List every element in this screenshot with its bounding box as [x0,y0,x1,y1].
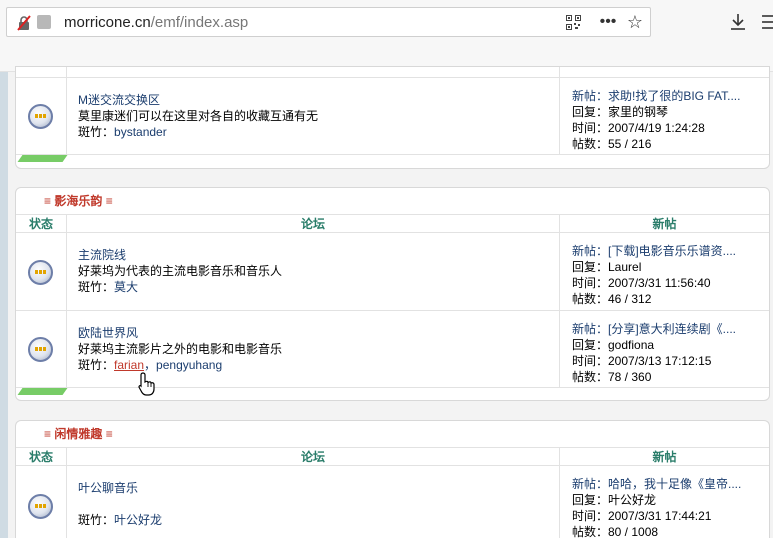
forum-row: 欧陆世界风 好莱坞主流影片之外的电影和电影音乐 斑竹：farian，pengyu… [16,311,769,388]
latest-time: 时间：2007/3/31 11:56:40 [572,276,711,290]
category-title[interactable]: 闲情雅趣 [54,427,102,441]
post-count: 帖数：80 / 1008 [572,525,659,538]
qr-code-icon[interactable] [566,15,581,30]
forum-status-icon [28,104,53,129]
star-icon[interactable]: ☆ [626,13,644,31]
address-bar[interactable]: morricone.cn/emf/index.asp ••• ☆ [6,7,651,37]
latest-time: 时间：2007/4/19 1:24:28 [572,121,705,135]
url-path: /emf/index.asp [150,14,249,31]
category-title[interactable]: 影海乐韵 [54,194,102,208]
left-strip [0,72,8,538]
forum-status-icon [28,494,53,519]
page-icon [37,15,51,29]
block-top-remnant [16,67,769,78]
forum-row: M迷交流交换区 莫里康迷们可以在这里对各自的收藏互通有无 斑竹：bystande… [16,78,769,155]
latest-reply: 回复：叶公好龙 [572,493,657,507]
column-headers: 状态 论坛 新帖 [16,447,769,466]
forum-row: 叶公聊音乐 斑竹：叶公好龙 新帖：哈哈，我十足像《皇帝.... 回复：叶公好龙 … [16,466,769,538]
moderator-link[interactable]: bystander [114,125,167,139]
category-header: ≡ 闲情雅趣 ≡ [44,427,113,441]
moderator-link[interactable]: ，pengyuhang [144,358,222,372]
latest-time: 时间：2007/3/31 17:44:21 [572,509,712,523]
more-icon[interactable]: ••• [599,13,617,31]
moderator-link-hovered[interactable]: farian [114,358,144,372]
header-latest: 新帖 [652,217,677,231]
column-headers: 状态 论坛 新帖 [16,214,769,233]
forum-status-icon [28,259,53,285]
forum-moderators: 斑竹：bystander [78,125,167,139]
forum-block-3: ≡ 闲情雅趣 ≡ 状态 论坛 新帖 叶公聊音乐 斑竹：叶公好龙 新帖：哈哈，我十… [15,420,770,538]
forum-block-2: ≡ 影海乐韵 ≡ 状态 论坛 新帖 主流院线 好莱坞为代表的主流电影音乐和音乐人… [15,187,770,401]
forum-link[interactable]: 主流院线 [78,248,126,262]
url-domain: morricone.cn [64,14,151,31]
forum-description: 莫里康迷们可以在这里对各自的收藏互通有无 [78,109,319,123]
block-footer-tab [16,388,769,398]
menu-icon[interactable] [762,14,773,30]
latest-post-link[interactable]: 新帖：哈哈，我十足像《皇帝.... [572,476,769,492]
forum-description [78,496,559,512]
lock-blocked-icon[interactable] [16,15,32,31]
post-count: 帖数：46 / 312 [572,292,652,306]
header-forum: 论坛 [67,448,560,465]
forum-description: 好莱坞为代表的主流电影音乐和音乐人 [78,264,283,278]
latest-post-link[interactable]: 新帖：求助!找了很的BIG FAT.... [572,88,769,104]
forum-status-icon [28,337,53,362]
url-text[interactable]: morricone.cn/emf/index.asp [64,14,248,31]
forum-block-1: M迷交流交换区 莫里康迷们可以在这里对各自的收藏互通有无 斑竹：bystande… [15,66,770,169]
forum-moderators: 斑竹：farian，pengyuhang [78,358,223,372]
latest-post-link[interactable]: 新帖：[下载]电影音乐乐谱资.... [572,243,769,259]
moderator-link[interactable]: 叶公好龙 [114,513,162,527]
forum-moderators: 斑竹：叶公好龙 [78,513,163,527]
forum-row: 主流院线 好莱坞为代表的主流电影音乐和音乐人 斑竹：莫大 新帖：[下载]电影音乐… [16,233,769,311]
moderator-link[interactable]: 莫大 [114,280,138,294]
forum-link[interactable]: M迷交流交换区 [78,93,160,107]
latest-reply: 回复：godfiona [572,338,655,352]
latest-post-link[interactable]: 新帖：[分享]意大利连续剧《.... [572,321,769,337]
block-footer-tab [16,155,769,165]
forum-link[interactable]: 欧陆世界风 [78,326,138,340]
forum-link[interactable]: 叶公聊音乐 [78,481,138,495]
post-count: 帖数：78 / 360 [572,370,652,384]
post-count: 帖数：55 / 216 [572,137,652,151]
latest-reply: 回复：家里的钢琴 [572,105,669,119]
latest-time: 时间：2007/3/13 17:12:15 [572,354,712,368]
download-icon[interactable] [730,13,746,31]
browser-toolbar: morricone.cn/emf/index.asp ••• ☆ [0,0,773,72]
forum-moderators: 斑竹：莫大 [78,280,139,294]
latest-reply: 回复：Laurel [572,260,642,274]
header-forum: 论坛 [67,215,560,232]
header-status: 状态 [16,215,67,232]
header-latest: 新帖 [652,450,677,464]
header-status: 状态 [16,448,67,465]
category-header: ≡ 影海乐韵 ≡ [44,194,113,208]
hand-cursor-icon [138,372,155,396]
forum-description: 好莱坞主流影片之外的电影和电影音乐 [78,342,283,356]
